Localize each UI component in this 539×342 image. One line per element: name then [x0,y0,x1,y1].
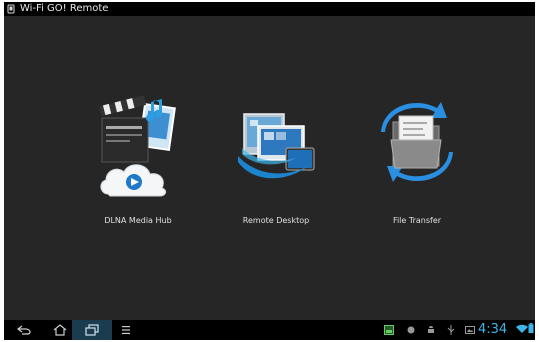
file-transfer-tile[interactable]: File Transfer [357,96,477,236]
back-button[interactable] [12,320,36,340]
clock[interactable]: 4:34 [478,322,507,338]
media-hub-icon [99,96,176,197]
app-window: Wi-Fi GO! Remote DLNA Media Hub Remote D… [4,2,535,340]
menu-icon [122,326,130,334]
title-bar: Wi-Fi GO! Remote [4,2,535,16]
remote-desktop-icon [238,113,315,179]
file-transfer-icon [381,102,453,182]
gallery-icon [465,326,475,334]
tile-label: Remote Desktop [242,216,310,225]
home-button[interactable] [48,320,72,340]
dlna-media-hub-tile[interactable]: DLNA Media Hub [78,96,198,236]
recent-apps-button[interactable] [72,320,112,340]
menu-button[interactable] [116,320,136,340]
recent-apps-icon [85,324,99,336]
tile-label: DLNA Media Hub [104,216,172,225]
app-title: Wi-Fi GO! Remote [20,3,109,14]
remote-desktop-tile[interactable]: Remote Desktop [216,96,336,236]
usb-icon [447,325,455,335]
wifi-icon [516,324,528,333]
battery-icon [528,323,534,333]
back-icon [17,325,31,335]
system-navigation-bar: 4:34 [4,320,535,340]
notification-icon[interactable] [384,325,394,335]
app-icon [7,4,15,14]
main-content: DLNA Media Hub Remote Desktop File Trans… [4,16,535,320]
android-debug-icon [428,326,434,333]
tile-label: File Transfer [392,216,442,225]
status-dot-icon [407,326,415,334]
home-icon [53,324,67,336]
